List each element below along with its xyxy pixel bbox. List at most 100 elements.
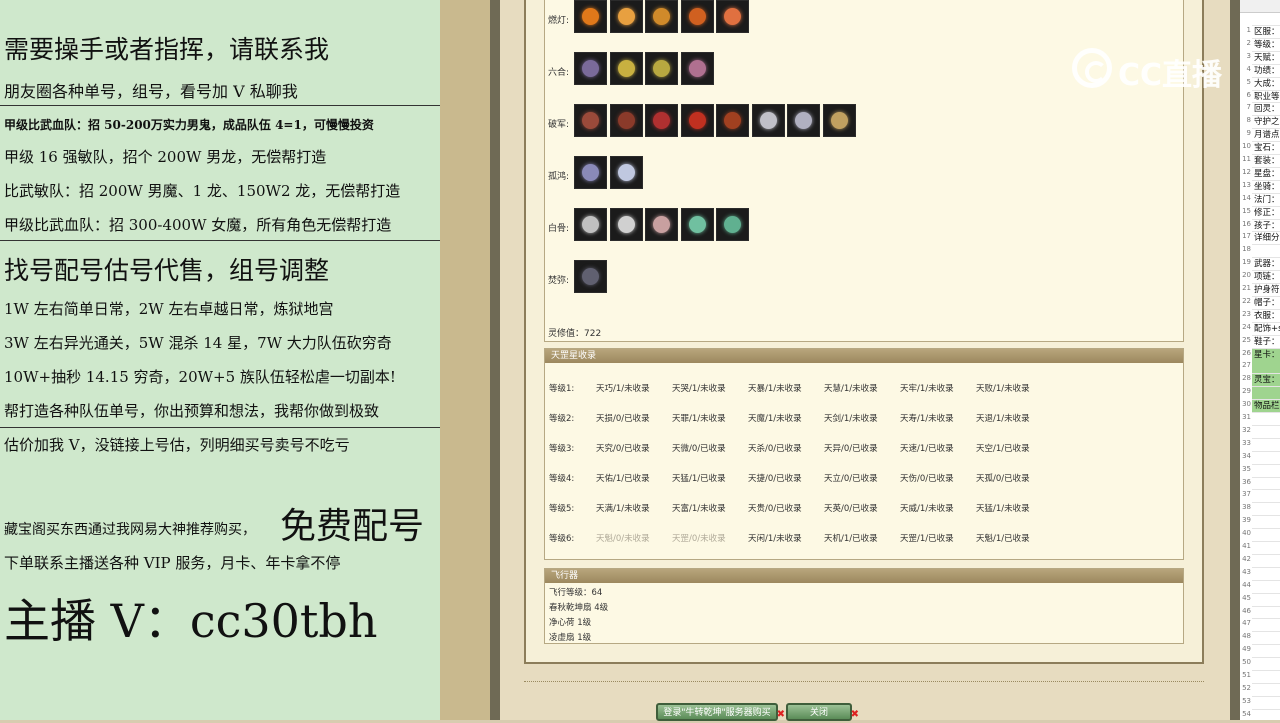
sheet-cell-label[interactable]: 衣服： bbox=[1254, 309, 1280, 321]
equipment-item-icon[interactable] bbox=[751, 104, 785, 137]
sheet-row-number: 33 bbox=[1242, 438, 1251, 447]
collection-level-label: 等级4: bbox=[549, 474, 575, 484]
sheet-cell-label[interactable]: 职业等 bbox=[1254, 90, 1280, 102]
sheet-row-number: 22 bbox=[1242, 296, 1251, 305]
sheet-row-number: 24 bbox=[1242, 322, 1251, 331]
sheet-cell-label[interactable]: 等级： bbox=[1254, 38, 1280, 50]
sheet-highlight-cell bbox=[1252, 361, 1280, 374]
sheet-cell-label[interactable]: 坐骑： bbox=[1254, 180, 1280, 192]
collection-cell: 天异/0/已收录 bbox=[824, 444, 878, 454]
equipment-item-icon[interactable] bbox=[609, 52, 643, 85]
sheet-cell-label[interactable]: 天赋： bbox=[1254, 51, 1280, 63]
promo-line: 藏宝阁买东西通过我网易大神推荐购买， bbox=[4, 522, 256, 538]
equipment-item-icon[interactable] bbox=[645, 0, 678, 33]
equipment-item-icon[interactable] bbox=[645, 52, 678, 85]
equipment-item-icon[interactable] bbox=[822, 104, 856, 137]
login-server-buy-button[interactable]: 登录"牛转乾坤"服务器购买 ✖ bbox=[656, 703, 785, 721]
sheet-gridline bbox=[1252, 489, 1280, 491]
sheet-cell-label[interactable]: 区服： bbox=[1254, 25, 1280, 37]
sheet-cell-label[interactable]: 详细分 bbox=[1254, 231, 1280, 243]
sheet-cell-label[interactable]: 项链： bbox=[1254, 270, 1280, 282]
sheet-cell-label[interactable]: 星盘： bbox=[1254, 167, 1280, 179]
equipment-item-icon[interactable] bbox=[716, 0, 749, 33]
sheet-cell-label[interactable]: 鞋子： bbox=[1254, 335, 1280, 347]
sheet-cell-label[interactable]: 帽子： bbox=[1254, 296, 1280, 308]
equipment-item-icon[interactable] bbox=[680, 104, 714, 137]
sheet-row-number: 5 bbox=[1246, 77, 1251, 86]
collection-cell: 天猛/1/已收录 bbox=[672, 474, 726, 484]
sheet-row-number: 21 bbox=[1242, 284, 1251, 292]
equipment-item-icon[interactable] bbox=[680, 208, 714, 241]
collection-cell: 天魁/0/未收录 bbox=[596, 534, 650, 544]
collection-cell: 天损/0/已收录 bbox=[596, 414, 650, 424]
sheet-gridline bbox=[1252, 631, 1280, 633]
close-button[interactable]: 关闭 ✖ bbox=[786, 703, 859, 721]
promo-line: 3W 左右异光通关，5W 混杀 14 星，7W 大力队伍砍穷奇 bbox=[4, 334, 392, 352]
sheet-cell-label[interactable]: 配饰+s bbox=[1254, 322, 1280, 334]
sheet-cell-label[interactable]: 法门： bbox=[1254, 193, 1280, 205]
equipment-item-icon[interactable] bbox=[609, 0, 643, 33]
close-icon[interactable]: ✖ bbox=[777, 707, 785, 723]
sheet-cell-label[interactable]: 守护之 bbox=[1254, 115, 1280, 127]
promo-line: 甲级比武血队：招 50-200万实力男鬼，成品队伍 4=1，可慢慢投资 bbox=[4, 118, 374, 132]
sheet-row-number: 8 bbox=[1246, 116, 1251, 125]
equipment-set-label: 燃灯: bbox=[548, 16, 570, 26]
sheet-row-number: 49 bbox=[1242, 645, 1251, 654]
equipment-item-icon[interactable] bbox=[574, 0, 607, 33]
equipment-item-icon[interactable] bbox=[574, 52, 607, 85]
sheet-row-number: 19 bbox=[1242, 258, 1251, 267]
sheet-row-number: 29 bbox=[1242, 387, 1251, 396]
sheet-cell-label[interactable]: 武器： bbox=[1254, 257, 1280, 269]
cc-logo-icon bbox=[1072, 48, 1112, 88]
equipment-item-icon[interactable] bbox=[787, 104, 820, 137]
sheet-cell-label[interactable]: 功绩： bbox=[1254, 64, 1280, 76]
sheet-gridline bbox=[1252, 657, 1280, 659]
close-icon[interactable]: ✖ bbox=[851, 707, 859, 723]
collection-cell: 天罪/1/未收录 bbox=[672, 414, 726, 424]
sheet-cell-label[interactable]: 月谱点 bbox=[1254, 128, 1280, 140]
sheet-row-number: 46 bbox=[1242, 606, 1251, 615]
sheet-row-number: 11 bbox=[1242, 155, 1251, 163]
game-frame-strip bbox=[490, 0, 500, 720]
equipment-item-icon[interactable] bbox=[609, 104, 643, 137]
equipment-item-icon[interactable] bbox=[716, 104, 749, 137]
right-frame bbox=[1230, 0, 1240, 720]
sheet-cell-label[interactable]: 宝石： bbox=[1254, 141, 1280, 153]
sheet-row-number: 9 bbox=[1246, 129, 1251, 138]
equipment-item-icon[interactable] bbox=[609, 156, 643, 189]
equipment-item-icon[interactable] bbox=[574, 156, 607, 189]
sheet-highlight-cell bbox=[1252, 387, 1280, 400]
promo-line: 甲级 16 强敏队，招个 200W 男龙，无偿帮打造 bbox=[4, 148, 327, 166]
sheet-gridline bbox=[1252, 579, 1280, 581]
soul-value: 灵修值：722 bbox=[548, 329, 602, 339]
collection-cell: 天暴/1/未收录 bbox=[748, 384, 802, 394]
equipment-item-icon[interactable] bbox=[645, 208, 678, 241]
collection-cell: 天慧/1/未收录 bbox=[824, 384, 878, 394]
sheet-cell-label[interactable]: 套装： bbox=[1254, 154, 1280, 166]
sheet-row-number: 4 bbox=[1246, 64, 1251, 73]
sheet-cell-label[interactable]: 护身符 bbox=[1254, 283, 1280, 295]
sheet-cell-label[interactable]: 修正： bbox=[1254, 206, 1280, 218]
equipment-item-icon[interactable] bbox=[680, 52, 714, 85]
equipment-item-icon[interactable] bbox=[574, 104, 607, 137]
equipment-item-icon[interactable] bbox=[574, 260, 607, 293]
sheet-cell-label[interactable]: 大成： bbox=[1254, 77, 1280, 89]
sheet-cell-label[interactable]: 物品栏 bbox=[1254, 399, 1280, 411]
collection-cell: 天满/1/未收录 bbox=[596, 504, 650, 514]
sheet-cell-label[interactable]: 星卡： bbox=[1254, 348, 1280, 360]
sheet-row-number: 2 bbox=[1246, 38, 1251, 47]
sheet-cell-label[interactable]: 灵宝： bbox=[1254, 373, 1280, 385]
collection-cell: 天孤/0/已收录 bbox=[976, 474, 1030, 484]
login-server-buy-label: 登录"牛转乾坤"服务器购买 bbox=[663, 708, 771, 718]
sheet-cell-label[interactable]: 孩子： bbox=[1254, 219, 1280, 231]
flyer-line: 凌虚扇 1级 bbox=[549, 633, 592, 643]
equipment-item-icon[interactable] bbox=[645, 104, 678, 137]
equipment-item-icon[interactable] bbox=[574, 208, 607, 241]
sheet-row-number: 53 bbox=[1242, 696, 1251, 705]
equipment-item-icon[interactable] bbox=[609, 208, 643, 241]
promo-line: 免费配号 bbox=[280, 506, 425, 547]
promo-line: 下单联系主播送各种 VIP 服务，月卡、年卡拿不停 bbox=[4, 554, 341, 572]
equipment-item-icon[interactable] bbox=[716, 208, 749, 241]
sheet-cell-label[interactable]: 回灵： bbox=[1254, 102, 1280, 114]
equipment-item-icon[interactable] bbox=[680, 0, 714, 33]
